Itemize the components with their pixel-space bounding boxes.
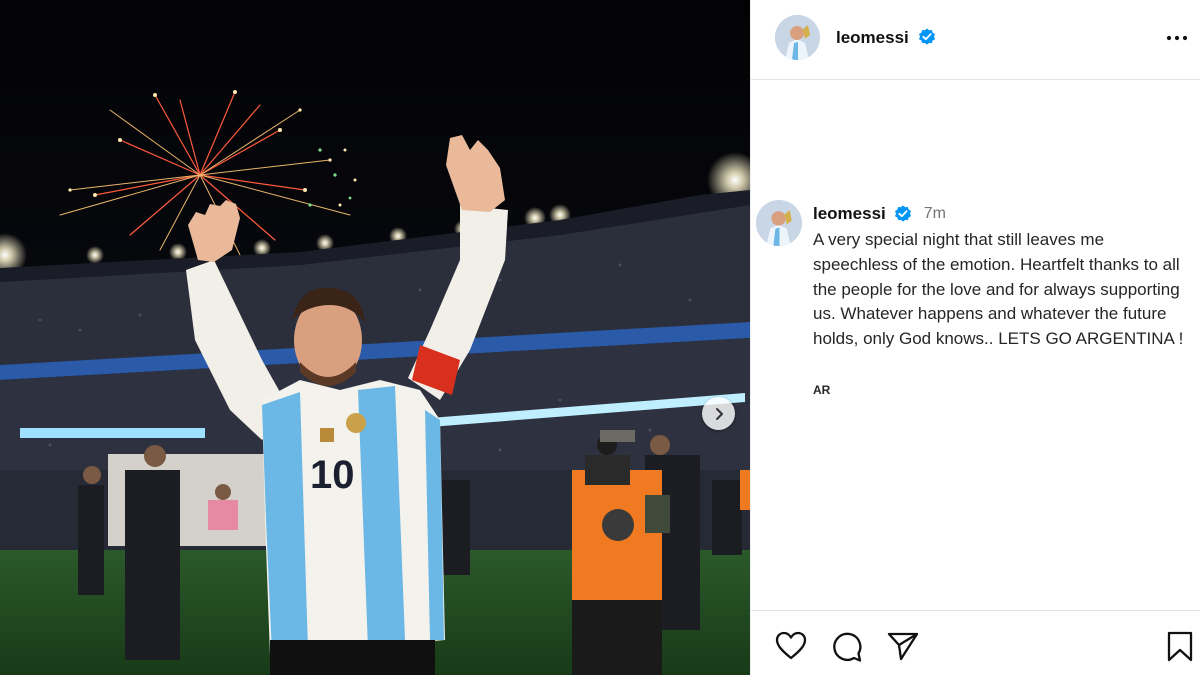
post-header: leomessi — [751, 0, 1200, 80]
caption-avatar[interactable] — [756, 200, 802, 246]
jersey-number: 10 — [310, 453, 355, 497]
translation-label[interactable]: AR — [813, 383, 830, 397]
carousel-next-button[interactable] — [702, 397, 735, 430]
caption-header: leomessi 7m — [813, 204, 946, 224]
stadium-photo: 10 — [0, 0, 750, 675]
action-bar — [751, 610, 1200, 675]
more-options-icon[interactable] — [1165, 28, 1189, 48]
caption-username[interactable]: leomessi — [813, 204, 886, 224]
bookmark-icon[interactable] — [1166, 631, 1194, 663]
heart-icon[interactable] — [775, 631, 807, 661]
verified-badge-icon — [894, 205, 911, 222]
post-username[interactable]: leomessi — [836, 28, 909, 48]
comment-icon[interactable] — [831, 631, 863, 663]
verified-badge-icon — [919, 28, 935, 45]
avatar[interactable] — [775, 15, 820, 60]
chevron-right-icon — [715, 407, 723, 420]
post-details-panel: leomessi leomessi 7m A very special nigh… — [750, 0, 1200, 675]
caption-text: A very special night that still leaves m… — [813, 230, 1184, 349]
post-time[interactable]: 7m — [924, 205, 946, 223]
share-icon[interactable] — [887, 631, 919, 661]
post-photo[interactable]: 10 — [0, 0, 750, 675]
